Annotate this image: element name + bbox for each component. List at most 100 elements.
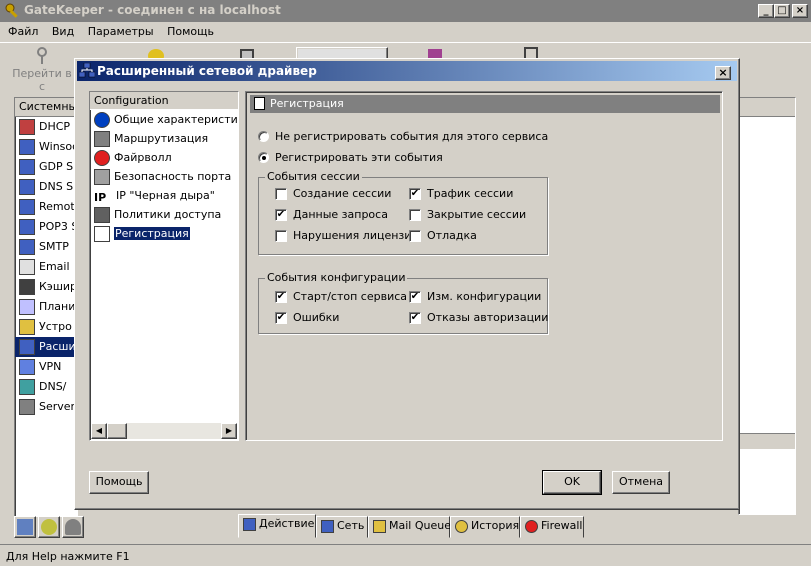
toolbar-goto-button[interactable]: Перейти в с	[10, 47, 74, 93]
config-tree-item[interactable]: Общие характеристики	[90, 110, 238, 129]
config-tree-item[interactable]: Маршрутизация	[90, 129, 238, 148]
bottom-tab[interactable]: Сеть	[316, 516, 368, 538]
system-item[interactable]: Расши	[15, 337, 77, 357]
config-tree-item-label: Общие характеристики	[114, 113, 238, 126]
system-item[interactable]: DNS/	[15, 377, 77, 397]
system-item-label: Расши	[39, 340, 76, 353]
radio-no-log-circle[interactable]	[258, 131, 269, 142]
bottom-tab[interactable]: История	[450, 516, 520, 538]
system-item[interactable]: GDP S	[15, 157, 77, 177]
help-button[interactable]: Помощь	[89, 471, 149, 494]
system-item[interactable]: POP3 S	[15, 217, 77, 237]
routing-icon	[94, 131, 110, 147]
checkbox-box[interactable]: ✔	[275, 209, 287, 221]
config-tree-list: Общие характеристики Маршрутизация Файрвол…	[90, 110, 238, 243]
system-item[interactable]: SMTP	[15, 237, 77, 257]
main-title-text: GateKeeper - соединен с на localhost	[24, 3, 281, 17]
firewall-icon	[94, 150, 110, 166]
device-icon	[19, 319, 35, 335]
checkbox-box[interactable]	[409, 209, 421, 221]
calendar-icon	[19, 299, 35, 315]
config-tree-item[interactable]: Политики доступа	[90, 205, 238, 224]
config-tree-header: Configuration	[90, 92, 238, 110]
checkbox-label: Ошибки	[293, 311, 340, 324]
menu-params[interactable]: Параметры	[83, 22, 159, 41]
checkbox-label: Отказы авторизации	[427, 311, 549, 324]
bottom-tab[interactable]: Firewall	[520, 516, 584, 538]
pane-title: Регистрация	[270, 97, 344, 110]
menu-file[interactable]: Файл	[0, 22, 43, 41]
config-tree-item[interactable]: Безопасность порта	[90, 167, 238, 186]
ok-button[interactable]: OK	[542, 470, 602, 495]
bottom-tab[interactable]: Действие	[238, 514, 316, 538]
checkbox-box[interactable]	[275, 188, 287, 200]
vpn-icon	[19, 359, 35, 375]
scroll-thumb[interactable]	[107, 423, 127, 439]
system-item[interactable]: Плани	[15, 297, 77, 317]
radio-log-circle[interactable]	[258, 152, 269, 163]
bottom-tab-label: Сеть	[337, 519, 365, 532]
menu-help[interactable]: Помощь	[162, 22, 219, 41]
maximize-button[interactable]: □	[774, 4, 790, 18]
email-icon	[19, 259, 35, 275]
bottom-tab-label: Firewall	[541, 519, 583, 532]
checkbox-label: Отладка	[427, 229, 477, 242]
server-icon	[19, 399, 35, 415]
gatekeeper-key-icon	[5, 3, 20, 18]
left-tab-3[interactable]	[62, 516, 84, 538]
checkbox-label: Данные запроса	[293, 208, 388, 221]
network-icon	[321, 519, 334, 533]
config-tree-item[interactable]: Регистрация	[90, 224, 238, 243]
config-tree-item-label: Маршрутизация	[114, 132, 209, 145]
config-events-group: События конфигурации ✔ Старт/стоп сервиса…	[258, 271, 549, 334]
system-item-label: Server	[39, 400, 76, 413]
system-item[interactable]: DNS S	[15, 177, 77, 197]
checkbox-box[interactable]: ✔	[409, 312, 421, 324]
mail-icon	[373, 519, 386, 533]
system-item[interactable]: DHCP	[15, 117, 77, 137]
checkbox-box[interactable]: ✔	[275, 291, 287, 303]
minimize-button[interactable]: _	[758, 4, 774, 18]
scroll-left-button[interactable]: ◀	[91, 423, 107, 439]
cancel-button[interactable]: Отмена	[612, 471, 670, 494]
scroll-right-button[interactable]: ▶	[221, 423, 237, 439]
system-item[interactable]: Winsoc	[15, 137, 77, 157]
system-item-label: DNS S	[39, 180, 74, 193]
bottom-tab[interactable]: Mail Queue	[368, 516, 451, 538]
checkbox-box[interactable]: ✔	[409, 291, 421, 303]
system-item-label: Remote	[39, 200, 77, 213]
system-item[interactable]: Кэшир	[15, 277, 77, 297]
system-item-label: POP3 S	[39, 220, 77, 233]
config-tree-item[interactable]: IP IP "Черная дыра"	[90, 186, 238, 205]
network-icon	[19, 179, 35, 195]
system-item[interactable]: Remote	[15, 197, 77, 217]
main-title-bar: GateKeeper - соединен с на localhost	[0, 0, 811, 22]
port-icon	[94, 169, 110, 185]
firewall-icon	[525, 519, 538, 533]
network-icon	[19, 139, 35, 155]
right-panel	[738, 97, 796, 515]
system-item[interactable]: Server	[15, 397, 77, 417]
left-tab-1[interactable]	[14, 516, 36, 538]
bottom-tab-label: Mail Queue	[389, 519, 451, 532]
system-item-label: VPN	[39, 360, 62, 373]
menu-view[interactable]: Вид	[47, 22, 79, 41]
tree-hscrollbar[interactable]: ◀ ▶	[91, 423, 237, 439]
system-item[interactable]: VPN	[15, 357, 77, 377]
checkbox-box[interactable]	[409, 230, 421, 242]
config-tree-item-label: IP "Черная дыра"	[116, 189, 215, 202]
close-button[interactable]: ×	[792, 4, 808, 18]
checkbox-label: Создание сессии	[293, 187, 392, 200]
menu-bar: Файл Вид Параметры Помощь	[0, 22, 811, 42]
system-item[interactable]: Устро	[15, 317, 77, 337]
checkbox-box[interactable]	[275, 230, 287, 242]
system-item[interactable]: Email	[15, 257, 77, 277]
config-tree-item[interactable]: Файрволл	[90, 148, 238, 167]
config-tree-item-label: Файрволл	[114, 151, 172, 164]
checkbox-box[interactable]: ✔	[275, 312, 287, 324]
checkbox-box[interactable]: ✔	[409, 188, 421, 200]
dialog-close-button[interactable]: ×	[715, 66, 731, 80]
system-item-label: Winsoc	[39, 140, 77, 153]
network-icon	[19, 339, 35, 355]
left-tab-2[interactable]	[38, 516, 60, 538]
